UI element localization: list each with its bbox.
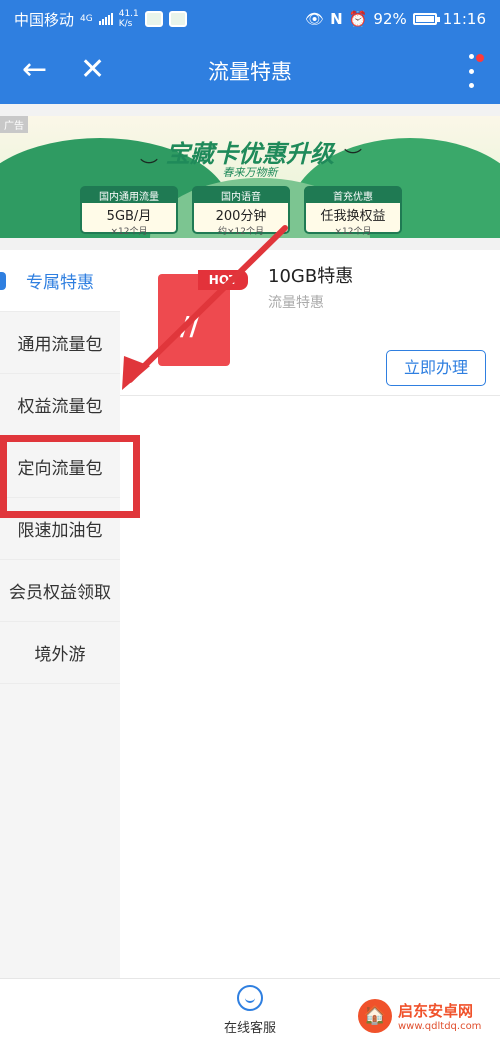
watermark-url: www.qdltdq.com bbox=[398, 1021, 482, 1032]
customer-service-icon bbox=[237, 985, 263, 1011]
customer-service-label: 在线客服 bbox=[223, 1021, 276, 1036]
watermark-name: 启东安卓网 bbox=[398, 1002, 474, 1020]
watermark-logo-icon: 🏠 bbox=[358, 999, 392, 1033]
customer-service-button[interactable]: 在线客服 bbox=[218, 985, 282, 1036]
watermark: 🏠 启东安卓网 www.qdltdq.com bbox=[350, 994, 500, 1038]
annotation-arrow bbox=[122, 225, 288, 390]
